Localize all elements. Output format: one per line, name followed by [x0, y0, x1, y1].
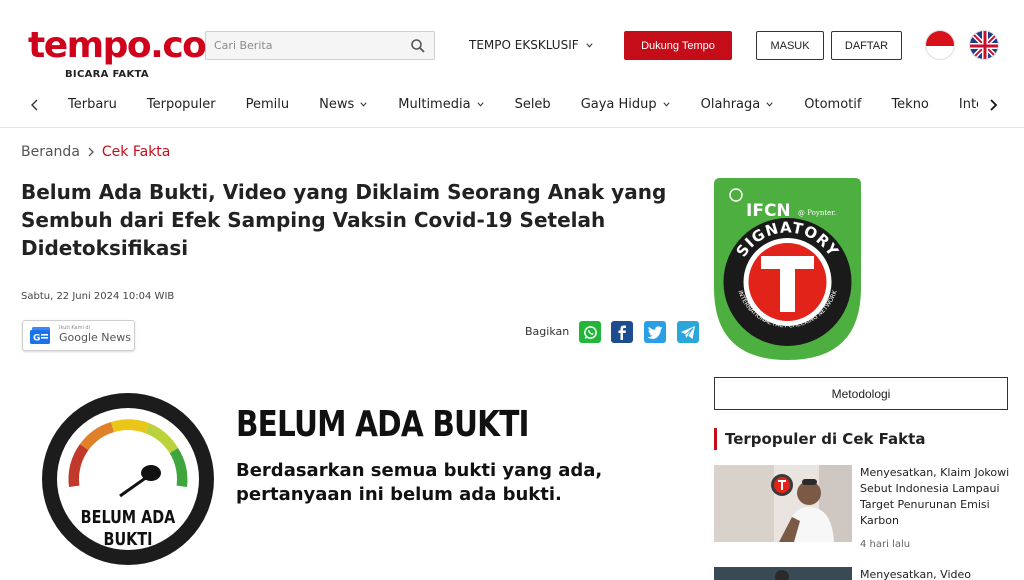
- ifcn-poynter: @ Poynter.: [798, 209, 836, 217]
- share-label: Bagikan: [525, 325, 570, 338]
- ifcn-title: IFCN: [746, 201, 791, 221]
- nav-item-label: Olahraga: [700, 97, 761, 112]
- nav-items: Terbaru Terpopuler Pemilu News Multimedia Sel…: [68, 97, 978, 112]
- chevron-right-icon: [88, 147, 94, 157]
- chevron-down-icon: [766, 102, 773, 107]
- search-input[interactable]: [206, 32, 406, 59]
- chevron-down-icon: [663, 102, 670, 107]
- popular-thumbnail-image[interactable]: [714, 567, 852, 580]
- nav-item-label: Gaya Hidup: [580, 97, 657, 112]
- google-news-icon: G: [30, 327, 50, 344]
- nav-scroll-left-icon[interactable]: [28, 98, 42, 112]
- popular-item-title[interactable]: Menyesatkan, Klaim Jokowi Sebut Indonesi…: [860, 465, 1010, 529]
- metodologi-button[interactable]: Metodologi: [714, 377, 1008, 410]
- logo-tagline: BICARA FAKTA: [65, 69, 149, 80]
- banner-sub-line-2: pertanyaan ini belum ada bukti.: [236, 484, 562, 505]
- nav-item-olahraga[interactable]: Olahraga: [701, 97, 775, 112]
- nav-item-label: Otomotif: [804, 97, 862, 112]
- nav-item-otomotif[interactable]: Otomotif: [804, 97, 861, 112]
- nav-item-multimedia[interactable]: Multimedia: [398, 97, 484, 112]
- svg-text:G: G: [33, 334, 40, 344]
- article-title: Belum Ada Bukti, Video yang Diklaim Seor…: [21, 180, 667, 260]
- twitter-icon: [647, 325, 663, 339]
- popular-item[interactable]: Menyesatkan, Klaim Jokowi Sebut Indonesi…: [714, 465, 1010, 555]
- daftar-button[interactable]: DAFTAR: [831, 31, 902, 60]
- telegram-icon: [681, 325, 695, 339]
- breadcrumb-current[interactable]: Cek Fakta: [102, 144, 170, 160]
- verdict-gauge-icon: BELUM ADA BUKTI: [42, 393, 214, 565]
- logo-text: tempo.co: [28, 25, 207, 66]
- search-box: [205, 31, 435, 60]
- whatsapp-icon: [583, 325, 597, 339]
- gauge-label-1: BELUM ADA: [81, 506, 176, 527]
- nav-item-pemilu[interactable]: Pemilu: [246, 97, 290, 112]
- nav-item-label: Multimedia: [398, 97, 471, 112]
- nav-item-label: News: [319, 97, 355, 112]
- chevron-down-icon: [476, 102, 484, 107]
- banner-title: BELUM ADA BUKTI: [236, 404, 530, 445]
- main-nav: Terbaru Terpopuler Pemilu News Multimedia Sel…: [0, 88, 1024, 124]
- popular-thumbnail-image[interactable]: [714, 465, 852, 542]
- nav-scroll-right-icon[interactable]: [986, 98, 1000, 112]
- dukung-tempo-button[interactable]: Dukung Tempo: [624, 31, 732, 60]
- nav-item-label: Terbaru: [68, 97, 117, 112]
- gauge-label-2: BUKTI: [104, 528, 153, 549]
- share-whatsapp-button[interactable]: [579, 321, 601, 343]
- verdict-banner: BELUM ADA BUKTI BELUM ADA BUKTI Berdasar…: [21, 370, 701, 580]
- breadcrumb-home[interactable]: Beranda: [21, 144, 80, 160]
- article-date: Sabtu, 22 Juni 2024 10:04 WIB: [21, 291, 175, 302]
- tempo-logo[interactable]: tempo.co BICARA FAKTA: [28, 25, 207, 84]
- nav-item-terbaru[interactable]: Terbaru: [68, 97, 117, 112]
- nav-item-label: Tekno: [891, 97, 929, 112]
- chevron-down-icon: [586, 42, 593, 48]
- breadcrumb: Beranda Cek Fakta: [21, 144, 170, 160]
- nav-item-tekno[interactable]: Tekno: [891, 97, 928, 112]
- share-facebook-button[interactable]: [611, 321, 633, 343]
- search-icon[interactable]: [410, 38, 426, 54]
- banner-sub-line-1: Berdasarkan semua bukti yang ada,: [236, 460, 603, 481]
- popular-heading: Terpopuler di Cek Fakta: [714, 428, 925, 450]
- nav-item-gaya-hidup[interactable]: Gaya Hidup: [581, 97, 671, 112]
- nav-item-label: Terpopuler: [146, 97, 216, 112]
- ifcn-signatory-badge-icon[interactable]: IFCN @ Poynter. SIGNATORY INTERNATIONAL …: [714, 178, 861, 360]
- tempo-eksklusif-menu[interactable]: TEMPO EKSKLUSIF: [469, 38, 594, 52]
- indonesia-flag-icon[interactable]: [925, 30, 955, 60]
- google-news-button[interactable]: G Ikuti Kami di Google News: [22, 320, 135, 351]
- facebook-icon: [618, 325, 626, 340]
- nav-item-seleb[interactable]: Seleb: [515, 97, 551, 112]
- masuk-button[interactable]: MASUK: [756, 31, 824, 60]
- uk-flag-icon[interactable]: [969, 30, 999, 60]
- nav-item-label: Seleb: [514, 97, 551, 112]
- gnews-label: Google News: [59, 331, 132, 344]
- share-twitter-button[interactable]: [644, 321, 666, 343]
- popular-item-time: 4 hari lalu: [860, 539, 911, 550]
- popular-item-title[interactable]: Menyesatkan, Video: [860, 567, 1010, 580]
- site-header: tempo.co BICARA FAKTA TEMPO EKSKLUSIF Du…: [0, 0, 1024, 128]
- chevron-down-icon: [360, 102, 367, 107]
- nav-item-label: Interaktif: [958, 97, 978, 112]
- banner-subtitle: Berdasarkan semua bukti yang ada, pertan…: [236, 459, 602, 507]
- nav-item-label: Pemilu: [245, 97, 290, 112]
- share-telegram-button[interactable]: [677, 321, 699, 343]
- popular-item[interactable]: Menyesatkan, Video: [714, 567, 1008, 580]
- eksklusif-label: TEMPO EKSKLUSIF: [469, 38, 579, 52]
- nav-item-interaktif[interactable]: Interaktif: [959, 97, 978, 112]
- nav-item-terpopuler[interactable]: Terpopuler: [147, 97, 216, 112]
- nav-item-news[interactable]: News: [319, 97, 368, 112]
